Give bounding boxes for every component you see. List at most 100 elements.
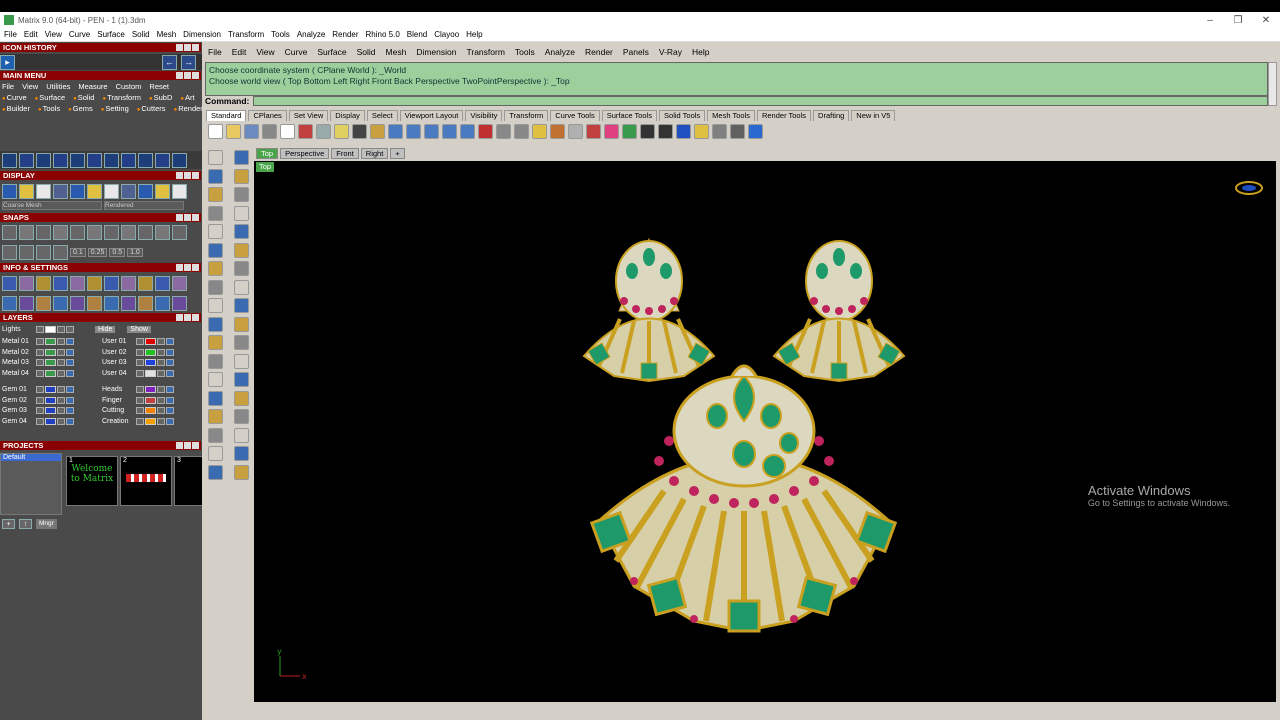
layer-visibility-icon[interactable]	[166, 359, 174, 366]
toolbar-icon-13[interactable]	[424, 123, 439, 139]
layer-toggle-icon[interactable]	[36, 359, 44, 366]
layer-toggle-icon[interactable]	[36, 369, 44, 377]
vtool-icon-23[interactable]	[208, 353, 223, 369]
layer-visibility-icon[interactable]	[66, 417, 74, 425]
snap-icon-9[interactable]	[138, 224, 153, 240]
layer-toggle-icon[interactable]	[136, 348, 144, 356]
toolbar-tab-render-tools[interactable]: Render Tools	[756, 110, 812, 121]
info-icon-8[interactable]	[121, 275, 136, 291]
layer-visibility-icon[interactable]	[166, 348, 174, 356]
toolbar-tab-select[interactable]: Select	[366, 110, 398, 121]
toolbar-tab-surface-tools[interactable]: Surface Tools	[601, 110, 658, 121]
mngr-button[interactable]: Mngr	[36, 519, 57, 529]
settings-icon-1[interactable]	[2, 295, 17, 311]
toolbar-tab-new-in-v5[interactable]: New in V5	[851, 110, 896, 121]
layer-toggle-icon[interactable]	[136, 369, 144, 377]
menu-render[interactable]: Render	[332, 30, 358, 39]
toolbar-tab-transform[interactable]: Transform	[504, 110, 549, 121]
main-menu-file[interactable]: File	[2, 82, 18, 91]
info-icon-7[interactable]	[104, 275, 119, 291]
layer-color-swatch[interactable]	[45, 369, 56, 377]
toolbar-icon-3[interactable]	[244, 123, 259, 139]
main-menu-subd[interactable]: ●SubD	[149, 93, 176, 102]
vtool-icon-18[interactable]	[234, 298, 249, 313]
settings-icon-9[interactable]	[138, 295, 153, 311]
menu-file[interactable]: File	[4, 30, 17, 39]
vtool-icon-14[interactable]	[234, 261, 249, 276]
vtool-icon-4[interactable]	[234, 168, 249, 184]
display-icon-11[interactable]	[172, 183, 187, 199]
vtool-icon-13[interactable]	[208, 261, 223, 276]
vtool-icon-12[interactable]	[234, 242, 249, 258]
main-menu-tools[interactable]: ●Tools	[38, 104, 64, 113]
layer-row[interactable]: User 03	[102, 358, 175, 367]
toolbar-icon-24[interactable]	[622, 123, 637, 139]
viewport-tab-front[interactable]: Front	[331, 148, 359, 159]
layer-color-swatch[interactable]	[145, 386, 156, 393]
toolbar-tab-viewport-layout[interactable]: Viewport Layout	[399, 110, 464, 121]
main-tool-icon-7[interactable]	[104, 152, 119, 168]
info-icon-1[interactable]	[2, 275, 17, 291]
main-tool-icon-5[interactable]	[70, 152, 85, 168]
main-tool-icon-8[interactable]	[121, 152, 136, 168]
snap-icon-8[interactable]	[121, 224, 136, 240]
layer-toggle-icon[interactable]	[36, 407, 44, 414]
main-tool-icon-9[interactable]	[138, 152, 153, 168]
vtool-icon-35[interactable]	[208, 464, 223, 480]
mesh-select[interactable]: Coarse Mesh	[2, 201, 102, 210]
command-input[interactable]	[253, 96, 1268, 106]
toolbar-icon-17[interactable]	[496, 123, 511, 139]
rhino-menu-surface[interactable]: Surface	[317, 47, 346, 57]
layer-toggle-icon[interactable]	[36, 417, 44, 425]
menu-rhino-5-0[interactable]: Rhino 5.0	[366, 30, 400, 39]
toolbar-tab-mesh-tools[interactable]: Mesh Tools	[707, 110, 755, 121]
toolbar-tab-visibility[interactable]: Visibility	[465, 110, 503, 121]
layer-lock-icon[interactable]	[57, 396, 65, 404]
layer-lock-icon[interactable]	[57, 359, 65, 366]
vtool-icon-30[interactable]	[234, 409, 249, 424]
settings-icon-4[interactable]	[53, 295, 68, 311]
toolbar-icon-28[interactable]	[694, 123, 709, 139]
vtool-icon-33[interactable]	[208, 446, 223, 461]
snap-tool-icon-4[interactable]	[53, 244, 68, 260]
layer-visibility-icon[interactable]	[166, 386, 174, 393]
layer-row[interactable]: Metal 04	[2, 369, 75, 378]
maximize-icon[interactable]: ❐	[1224, 15, 1252, 26]
toolbar-icon-30[interactable]	[730, 123, 745, 139]
main-menu-utilities[interactable]: Utilities	[46, 82, 74, 91]
display-icon-3[interactable]	[36, 183, 51, 199]
minimize-icon[interactable]: –	[1196, 15, 1224, 26]
vtool-icon-27[interactable]	[208, 390, 223, 406]
layer-lock-icon[interactable]	[57, 417, 65, 425]
main-menu-builder[interactable]: ●Builder	[2, 104, 34, 113]
vtool-icon-21[interactable]	[208, 335, 223, 350]
layer-row[interactable]: User 01	[102, 337, 175, 346]
layer-visibility-icon[interactable]	[66, 348, 74, 356]
layer-visibility-icon[interactable]	[166, 407, 174, 414]
display-icon-5[interactable]	[70, 183, 85, 199]
toolbar-icon-23[interactable]	[604, 123, 619, 139]
toolbar-tab-cplanes[interactable]: CPlanes	[248, 110, 287, 121]
layer-toggle-icon[interactable]	[36, 348, 44, 356]
vtool-icon-17[interactable]	[208, 298, 223, 313]
layer-lock-icon[interactable]	[57, 407, 65, 414]
layer-row[interactable]: Creation	[102, 417, 175, 426]
layer-row[interactable]: Metal 01	[2, 337, 75, 346]
rhino-menu-transform[interactable]: Transform	[466, 47, 504, 57]
toolbar-tab-display[interactable]: Display	[330, 110, 365, 121]
close-icon[interactable]: ✕	[1252, 15, 1280, 26]
display-icon-6[interactable]	[87, 183, 102, 199]
viewport-tab-perspective[interactable]: Perspective	[280, 148, 330, 159]
back-arrow-icon[interactable]: ←	[162, 54, 177, 70]
toolbar-icon-6[interactable]	[298, 123, 313, 139]
snap-tool-icon-1[interactable]	[2, 244, 17, 260]
main-menu-gems[interactable]: ●Gems	[68, 104, 97, 113]
vtool-icon-31[interactable]	[208, 427, 223, 443]
rhino-menu-dimension[interactable]: Dimension	[416, 47, 456, 57]
toolbar-icon-2[interactable]	[226, 123, 241, 139]
layer-toggle-icon[interactable]	[36, 396, 44, 404]
toolbar-icon-4[interactable]	[262, 123, 277, 139]
vtool-icon-32[interactable]	[234, 427, 249, 443]
info-icon-4[interactable]	[53, 275, 68, 291]
menu-dimension[interactable]: Dimension	[183, 30, 221, 39]
